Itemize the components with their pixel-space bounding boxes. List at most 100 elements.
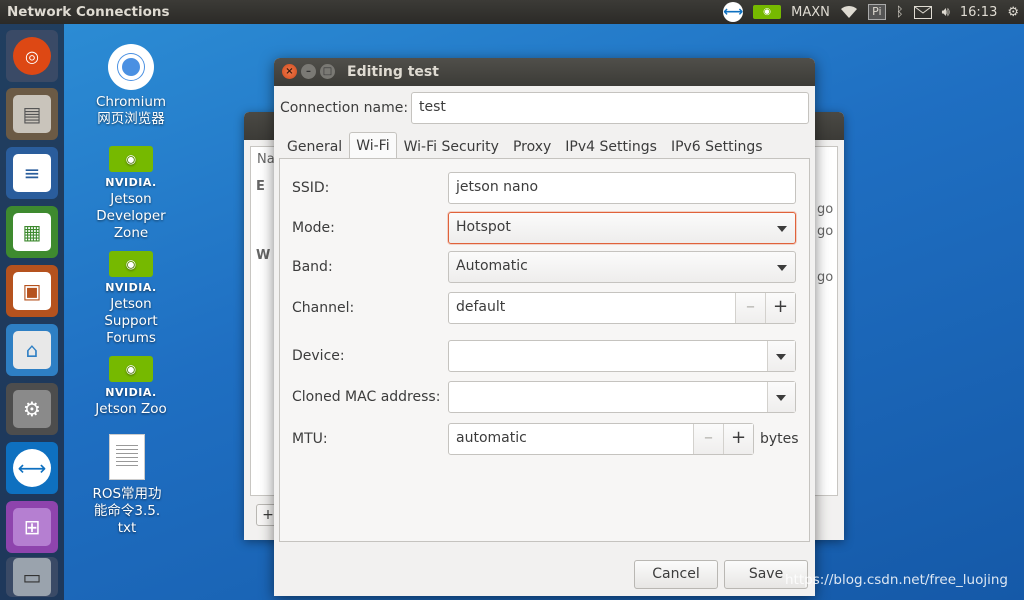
launcher-settings[interactable]: ⚙ (6, 383, 58, 435)
mtu-unit-label: bytes (760, 431, 799, 447)
launcher-teamviewer[interactable]: ⟷ (6, 442, 58, 494)
launcher-network[interactable]: ⊞ (6, 501, 58, 553)
settings-wrench-icon: ⚙ (13, 390, 51, 428)
channel-decrement-button[interactable]: – (735, 293, 765, 323)
launcher-files[interactable]: ▤ (6, 88, 58, 140)
wifi-icon[interactable] (840, 0, 858, 24)
keyboard-layout-indicator[interactable]: Pi (867, 0, 886, 24)
launcher: ◎ ▤ ≡ ▦ ▣ ⌂ ⚙ ⟷ ⊞ ▭ (0, 24, 64, 600)
ssid-input[interactable]: jetson nano (448, 172, 796, 204)
tab-wifi[interactable]: Wi-Fi (349, 132, 397, 160)
gear-icon[interactable]: ⚙ (1007, 0, 1019, 24)
teamviewer-icon: ⟷ (13, 449, 51, 487)
desktop-icon-label: Jetson Developer Zone (96, 191, 166, 241)
launcher-calc[interactable]: ▦ (6, 206, 58, 258)
desktop-icon-chromium[interactable]: Chromium 网页浏览器 (76, 44, 186, 128)
desktop-icon-jetson-support-forums[interactable]: ◉ NVIDIA. Jetson Support Forums (76, 251, 186, 347)
bg-column-header: Na (257, 152, 275, 167)
chevron-down-icon (777, 265, 787, 271)
chevron-down-icon (776, 354, 786, 360)
mtu-stepper[interactable]: automatic – + (448, 423, 754, 455)
launcher-impress[interactable]: ▣ (6, 265, 58, 317)
volume-icon[interactable]: 🔊︎ (942, 0, 950, 24)
nvidia-brand-text: NVIDIA. (105, 386, 157, 399)
cancel-button[interactable]: Cancel (634, 560, 718, 589)
mode-value: Hotspot (456, 219, 511, 235)
top-panel: Network Connections ⟷ ◉ MAXN Pi ᛒ 🔊︎ 16:… (0, 0, 1024, 24)
cloned-mac-label: Cloned MAC address: (292, 389, 441, 405)
cloned-mac-combo[interactable] (448, 381, 796, 413)
bg-group-wifi: W (256, 248, 271, 263)
chromium-icon (108, 44, 154, 90)
power-mode-label[interactable]: MAXN (791, 0, 830, 24)
nvidia-logo-icon: ◉ (109, 356, 153, 382)
channel-value[interactable]: default (456, 299, 505, 315)
desktop-icon-label: Chromium 网页浏览器 (95, 94, 167, 127)
mtu-value[interactable]: automatic (456, 430, 527, 446)
editing-connection-dialog: × – □ Editing test Connection name: test… (274, 58, 815, 596)
launcher-writer[interactable]: ≡ (6, 147, 58, 199)
device-combo[interactable] (448, 340, 796, 372)
desktop-icon-ros-txt[interactable]: ROS常用功 能命令3.5. txt (72, 434, 182, 537)
system-tray: ⟷ ◉ MAXN Pi ᛒ 🔊︎ 16:13 ⚙ (718, 0, 1024, 24)
band-value: Automatic (456, 258, 528, 274)
desktop-icon-label: Jetson Zoo (95, 401, 167, 417)
launcher-trash[interactable]: ▭ (6, 557, 58, 597)
maximize-button[interactable]: □ (320, 64, 335, 79)
ubuntu-logo-icon: ◎ (13, 37, 51, 75)
clock[interactable]: 16:13 (960, 0, 997, 24)
file-cabinet-icon: ▤ (13, 95, 51, 133)
launcher-software[interactable]: ⌂ (6, 324, 58, 376)
chevron-down-icon (776, 395, 786, 401)
nvidia-logo-icon: ◉ (109, 251, 153, 277)
minimize-button[interactable]: – (301, 64, 316, 79)
wifi-settings-panel: SSID: jetson nano Mode: Hotspot Band: Au… (279, 158, 810, 542)
tab-ipv6-settings[interactable]: IPv6 Settings (664, 134, 770, 160)
mtu-increment-button[interactable]: + (723, 424, 753, 454)
channel-label: Channel: (292, 300, 355, 316)
spreadsheet-icon: ▦ (13, 213, 51, 251)
ssid-label: SSID: (292, 180, 330, 196)
mtu-label: MTU: (292, 431, 328, 447)
tab-general[interactable]: General (280, 134, 349, 160)
dialog-titlebar[interactable]: × – □ Editing test (274, 58, 815, 86)
teamviewer-tray-icon[interactable]: ⟷ (723, 0, 743, 24)
band-label: Band: (292, 259, 333, 275)
dialog-title: Editing test (347, 64, 439, 80)
bg-last-used: go (817, 224, 834, 239)
bluetooth-icon[interactable]: ᛒ (896, 0, 904, 24)
device-dropdown-button[interactable] (767, 341, 795, 371)
cloned-mac-dropdown-button[interactable] (767, 382, 795, 412)
text-file-icon (109, 434, 145, 480)
nvidia-tray-icon[interactable]: ◉ (753, 0, 782, 24)
mode-dropdown[interactable]: Hotspot (448, 212, 796, 244)
nvidia-logo-icon: ◉ (109, 146, 153, 172)
channel-stepper[interactable]: default – + (448, 292, 796, 324)
desktop-icon-jetson-developer-zone[interactable]: ◉ NVIDIA. Jetson Developer Zone (76, 146, 186, 242)
nvidia-brand-text: NVIDIA. (105, 176, 157, 189)
tab-wifi-security[interactable]: Wi-Fi Security (397, 134, 506, 160)
bg-last-used: go (817, 270, 834, 285)
launcher-dash[interactable]: ◎ (6, 30, 58, 82)
desktop-icon-jetson-zoo[interactable]: ◉ NVIDIA. Jetson Zoo (76, 356, 186, 418)
band-dropdown[interactable]: Automatic (448, 251, 796, 283)
close-button[interactable]: × (282, 64, 297, 79)
connection-name-input[interactable]: test (411, 92, 809, 124)
watermark-text: https://blog.csdn.net/free_luojing (785, 572, 1008, 588)
document-icon: ≡ (13, 154, 51, 192)
device-label: Device: (292, 348, 345, 364)
desktop-icon-label: ROS常用功 能命令3.5. txt (92, 486, 162, 536)
nvidia-brand-text: NVIDIA. (105, 281, 157, 294)
mode-label: Mode: (292, 220, 335, 236)
desktop-icon-label: Jetson Support Forums (104, 296, 158, 346)
network-icon: ⊞ (13, 508, 51, 546)
channel-increment-button[interactable]: + (765, 293, 795, 323)
mail-icon[interactable] (913, 0, 932, 24)
tab-proxy[interactable]: Proxy (506, 134, 558, 160)
bg-last-used: go (817, 202, 834, 217)
tab-ipv4-settings[interactable]: IPv4 Settings (558, 134, 664, 160)
shopping-bag-icon: ⌂ (13, 331, 51, 369)
mtu-decrement-button[interactable]: – (693, 424, 723, 454)
tab-bar: General Wi-Fi Wi-Fi Security Proxy IPv4 … (280, 132, 770, 160)
bg-group-ethernet: E (256, 179, 265, 194)
